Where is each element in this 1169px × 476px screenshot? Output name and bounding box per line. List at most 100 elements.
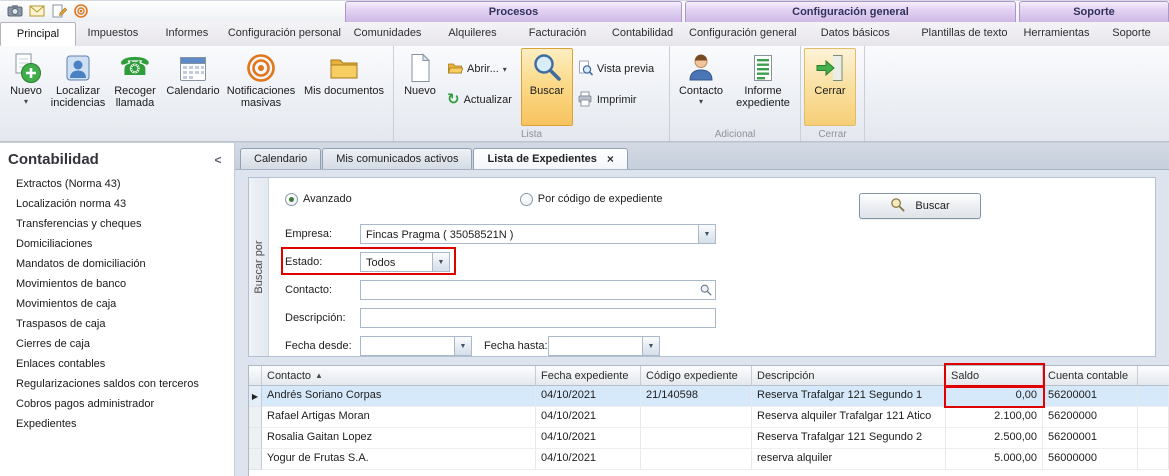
imprimir-button[interactable]: Imprimir xyxy=(573,89,663,111)
buscar-ribbon-button[interactable]: Buscar xyxy=(521,48,573,126)
cell-fecha[interactable]: 04/10/2021 xyxy=(536,449,641,470)
sidebar-item-domiciliaciones[interactable]: Domiciliaciones xyxy=(0,234,234,254)
tab-alquileres[interactable]: Alquileres xyxy=(430,22,515,46)
cell-saldo[interactable]: 2.100,00 xyxy=(946,407,1043,428)
cell-contacto[interactable]: Rafael Artigas Moran xyxy=(262,407,536,428)
sidebar-item-movimientos-de-caja[interactable]: Movimientos de caja xyxy=(0,294,234,314)
contacto-button[interactable]: Contacto ▾ xyxy=(673,48,729,126)
fecha-hasta-dropdown[interactable]: ▼ xyxy=(548,336,660,356)
estado-dropdown[interactable]: Todos ▼ xyxy=(360,252,450,272)
sidebar-item-traspasos-de-caja[interactable]: Traspasos de caja xyxy=(0,314,234,334)
chevron-down-icon[interactable]: ▼ xyxy=(698,225,715,243)
actualizar-button[interactable]: ↻ Actualizar xyxy=(443,89,521,111)
calendario-button[interactable]: Calendario xyxy=(163,48,223,126)
column-header-fecha-expediente[interactable]: Fecha expediente xyxy=(536,366,641,386)
cell-saldo[interactable]: 0,00 xyxy=(946,386,1043,407)
cell-contacto[interactable]: Andrés Soriano Corpas xyxy=(262,386,536,407)
cell-descripcion[interactable]: reserva alquiler xyxy=(752,449,946,470)
cell-descripcion[interactable]: Reserva Trafalgar 121 Segundo 1 xyxy=(752,386,946,407)
abrir-button[interactable]: Abrir... ▾ xyxy=(443,58,521,80)
cell-contacto[interactable]: Yogur de Frutas S.A. xyxy=(262,449,536,470)
chevron-down-icon[interactable]: ▼ xyxy=(432,253,449,271)
sidebar-item-enlaces-contables[interactable]: Enlaces contables xyxy=(0,354,234,374)
cell-cuenta[interactable]: 56200000 xyxy=(1043,407,1138,428)
descripcion-input[interactable] xyxy=(360,308,716,328)
sidebar-item-expedientes[interactable]: Expedientes xyxy=(0,414,234,434)
sidebar-item-cobros-pagos-administrador[interactable]: Cobros pagos administrador xyxy=(0,394,234,414)
tab-configuracion-general[interactable]: Configuración general xyxy=(685,22,801,46)
sidebar-item-mandatos-de-domiciliacion[interactable]: Mandatos de domiciliación xyxy=(0,254,234,274)
buscar-button[interactable]: Buscar xyxy=(859,193,981,219)
tab-soporte[interactable]: Soporte xyxy=(1094,22,1169,46)
sidebar-collapse-icon[interactable]: < xyxy=(210,153,226,167)
tab-plantillas-de-texto[interactable]: Plantillas de texto xyxy=(910,22,1019,46)
column-header-cuenta-contable[interactable]: Cuenta contable xyxy=(1043,366,1138,386)
radio-avanzado[interactable]: Avanzado xyxy=(285,193,352,206)
column-header-contacto[interactable]: Contacto ▲ xyxy=(262,366,536,386)
sidebar-item-localizacion-norma-43[interactable]: Localización norma 43 xyxy=(0,194,234,214)
cell-cuenta[interactable]: 56200001 xyxy=(1043,428,1138,449)
sidebar-item-movimientos-de-banco[interactable]: Movimientos de banco xyxy=(0,274,234,294)
chevron-down-icon[interactable]: ▼ xyxy=(454,337,471,355)
doc-tab-mis-comunicados-activos[interactable]: Mis comunicados activos xyxy=(322,148,472,169)
radio-por-codigo-de-expediente[interactable]: Por código de expediente xyxy=(520,193,663,206)
camera-icon[interactable] xyxy=(6,2,24,20)
cell-cuenta[interactable]: 56200001 xyxy=(1043,386,1138,407)
sidebar-item-regularizaciones-saldos[interactable]: Regularizaciones saldos con terceros xyxy=(0,374,234,394)
sidebar-item-transferencias-y-cheques[interactable]: Transferencias y cheques xyxy=(0,214,234,234)
cell-contacto[interactable]: Rosalia Gaitan Lopez xyxy=(262,428,536,449)
nuevo-expediente-button[interactable]: Nuevo xyxy=(397,48,443,126)
tab-impuestos[interactable]: Impuestos xyxy=(76,22,150,46)
cell-fecha[interactable]: 04/10/2021 xyxy=(536,428,641,449)
sidebar-item-extractos-norma-43[interactable]: Extractos (Norma 43) xyxy=(0,174,234,194)
buscar-por-label: Buscar por xyxy=(253,240,265,293)
fecha-desde-dropdown[interactable]: ▼ xyxy=(360,336,472,356)
cell-fecha[interactable]: 04/10/2021 xyxy=(536,386,641,407)
cell-saldo[interactable]: 5.000,00 xyxy=(946,449,1043,470)
localizar-incidencias-button[interactable]: Localizar incidencias xyxy=(49,48,107,126)
doc-tab-lista-de-expedientes[interactable]: Lista de Expedientes × xyxy=(473,148,627,169)
cell-cuenta[interactable]: 56000000 xyxy=(1043,449,1138,470)
tab-comunidades[interactable]: Comunidades xyxy=(345,22,430,46)
vista-previa-button[interactable]: Vista previa xyxy=(573,58,663,80)
edit-icon[interactable] xyxy=(50,2,68,20)
tab-herramientas[interactable]: Herramientas xyxy=(1019,22,1094,46)
table-row[interactable]: Rosalia Gaitan Lopez 04/10/2021 Reserva … xyxy=(249,428,1169,449)
cell-fecha[interactable]: 04/10/2021 xyxy=(536,407,641,428)
tab-contabilidad[interactable]: Contabilidad xyxy=(600,22,685,46)
column-header-codigo-expediente[interactable]: Código expediente xyxy=(641,366,752,386)
mis-documentos-button[interactable]: Mis documentos xyxy=(299,48,389,126)
nuevo-button[interactable]: Nuevo ▾ xyxy=(3,48,49,126)
cell-codigo[interactable] xyxy=(641,449,752,470)
notificaciones-masivas-button[interactable]: Notificaciones masivas xyxy=(223,48,299,126)
tab-datos-basicos[interactable]: Datos básicos xyxy=(801,22,910,46)
contacto-input[interactable] xyxy=(360,280,716,300)
search-icon[interactable] xyxy=(699,283,713,300)
tab-configuracion-personal[interactable]: Configuración personal xyxy=(224,22,345,46)
doc-tab-calendario[interactable]: Calendario xyxy=(240,148,321,169)
lista-small-buttons-left: Abrir... ▾ ↻ Actualizar xyxy=(443,48,521,111)
informe-expediente-button[interactable]: Informe expediente xyxy=(729,48,797,126)
table-row[interactable]: ▶ Andrés Soriano Corpas 04/10/2021 21/14… xyxy=(249,386,1169,407)
empresa-dropdown[interactable]: Fincas Pragma ( 35058521N ) ▼ xyxy=(360,224,716,244)
mail-icon[interactable] xyxy=(28,2,46,20)
tab-facturacion[interactable]: Facturación xyxy=(515,22,600,46)
cerrar-button[interactable]: Cerrar xyxy=(804,48,856,126)
recoger-llamada-button[interactable]: ☎ Recoger llamada xyxy=(107,48,163,126)
cell-saldo[interactable]: 2.500,00 xyxy=(946,428,1043,449)
close-icon[interactable]: × xyxy=(607,152,614,166)
cell-descripcion[interactable]: Reserva Trafalgar 121 Segundo 2 xyxy=(752,428,946,449)
broadcast-icon[interactable] xyxy=(72,2,90,20)
sidebar-item-cierres-de-caja[interactable]: Cierres de caja xyxy=(0,334,234,354)
tab-principal[interactable]: Principal xyxy=(0,22,76,46)
cell-codigo[interactable]: 21/140598 xyxy=(641,386,752,407)
cell-codigo[interactable] xyxy=(641,428,752,449)
cell-codigo[interactable] xyxy=(641,407,752,428)
table-row[interactable]: Yogur de Frutas S.A. 04/10/2021 reserva … xyxy=(249,449,1169,470)
column-header-descripcion[interactable]: Descripción xyxy=(752,366,946,386)
tab-informes[interactable]: Informes xyxy=(150,22,224,46)
table-row[interactable]: Rafael Artigas Moran 04/10/2021 Reserva … xyxy=(249,407,1169,428)
column-header-saldo[interactable]: Saldo xyxy=(946,366,1043,386)
chevron-down-icon[interactable]: ▼ xyxy=(642,337,659,355)
cell-descripcion[interactable]: Reserva alquiler Trafalgar 121 Atico xyxy=(752,407,946,428)
